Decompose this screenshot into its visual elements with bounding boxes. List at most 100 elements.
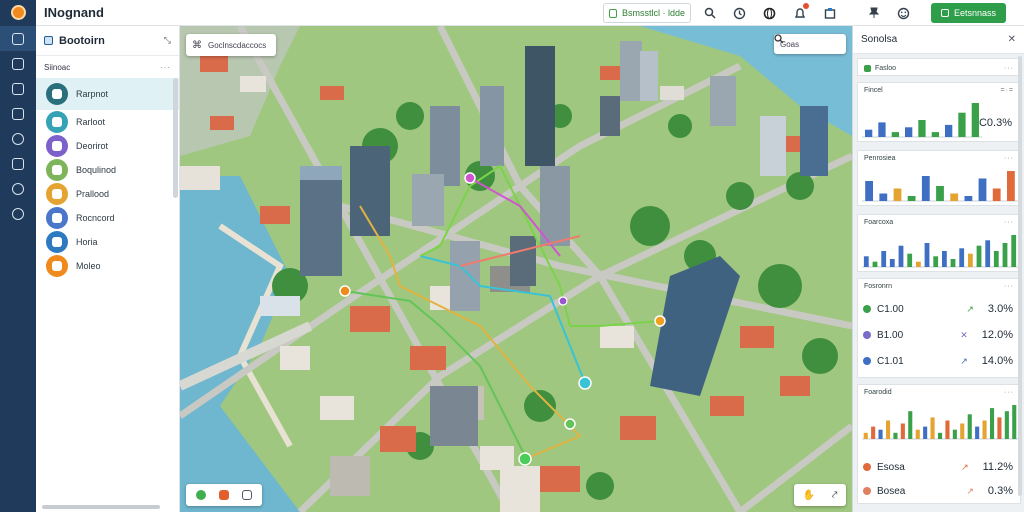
kpi-row[interactable]: Esosa ↗ 11.2% — [863, 458, 1013, 476]
share-icon[interactable] — [819, 3, 841, 23]
chart-card-3-more-icon[interactable]: ··· — [1004, 219, 1014, 226]
layer-item[interactable]: Boqulinod — [36, 158, 179, 182]
rail-edit[interactable] — [0, 26, 36, 51]
chart-bar — [863, 256, 869, 267]
chart-bar — [871, 426, 876, 439]
layer-item[interactable]: Prallood — [36, 182, 179, 206]
rail-tools[interactable] — [0, 151, 36, 176]
pan-icon[interactable]: ✋ — [802, 490, 814, 501]
chart-bar — [923, 426, 928, 439]
filter-icon — [864, 64, 871, 72]
chart-bar — [921, 176, 930, 201]
chart-card-1-value: C0.3% — [978, 117, 1012, 129]
map-search-box[interactable]: ⌘ Goclnscdaccocs — [186, 34, 276, 56]
chart-card-4-more-icon[interactable]: ··· — [1004, 389, 1014, 396]
layers-subtitle: Siinoac — [44, 62, 71, 72]
chart-bar — [945, 420, 950, 439]
search-icon[interactable] — [699, 3, 721, 23]
chart-1 — [862, 103, 982, 138]
app-root: INognand Bsmsstlcl · ldde Eetsnnass Boot… — [0, 0, 1024, 512]
layer-icon-glyph — [52, 189, 62, 199]
kpi-value: 3.0% — [987, 303, 1013, 315]
kpi-label: C1.00 — [877, 303, 904, 315]
layer-icon-glyph — [52, 117, 62, 127]
rail-files[interactable] — [0, 101, 36, 126]
rail-info[interactable] — [0, 201, 36, 226]
more-icon[interactable]: ··· — [160, 63, 171, 72]
measure-icon[interactable]: ⤤ — [832, 490, 838, 501]
close-icon[interactable]: ✕ — [1008, 34, 1016, 45]
kpi-row[interactable]: C1.01 ↗ 14.0% — [863, 352, 1013, 370]
trend-icon: ↗ — [961, 461, 969, 472]
chart-bar — [916, 261, 921, 267]
cta-label: Eetsnnass — [953, 8, 996, 18]
pin-icon[interactable] — [863, 3, 885, 23]
layer-item[interactable]: Rocncord — [36, 206, 179, 230]
layer-label: Rocncord — [76, 213, 115, 223]
filter-row[interactable]: Fasloo ··· — [857, 58, 1021, 76]
rail-document[interactable] — [0, 76, 36, 101]
filter-more-icon[interactable]: ··· — [1004, 65, 1014, 72]
chart-3 — [862, 235, 1018, 268]
layer-icon — [46, 135, 68, 157]
map-find-box[interactable]: Goas — [774, 34, 846, 54]
notification-icon[interactable] — [789, 3, 811, 23]
map-view[interactable]: ⌘ Goclnscdaccocs Goas ✋ ⤤ — [180, 26, 852, 512]
chart-bar — [968, 253, 973, 267]
app-logo[interactable] — [0, 0, 36, 26]
kpi-row[interactable]: B1.00 ✕ 12.0% — [863, 326, 1013, 344]
marker-orange-icon[interactable] — [218, 490, 229, 500]
vertical-scrollbar[interactable] — [173, 78, 178, 198]
chart-bar — [898, 245, 904, 267]
kpi-label: Bosea — [877, 485, 906, 497]
globe-icon[interactable] — [759, 3, 781, 23]
chart-bar — [924, 243, 930, 267]
comment-icon[interactable] — [241, 490, 252, 500]
layer-icon-glyph — [52, 89, 62, 99]
chart-bar — [865, 181, 873, 201]
layer-icon — [46, 207, 68, 229]
document-icon — [12, 82, 24, 95]
layer-item[interactable]: Rarloot — [36, 110, 179, 134]
marker-green-icon[interactable] — [196, 490, 207, 500]
layer-icon-glyph — [52, 261, 62, 271]
map-toolbar — [186, 484, 262, 506]
layer-icon — [46, 159, 68, 181]
horizontal-scrollbar[interactable] — [42, 505, 160, 509]
chart-bar — [878, 429, 883, 439]
primary-action-button[interactable]: Eetsnnass — [930, 3, 1006, 23]
layer-item[interactable]: Rarpnot — [36, 78, 179, 110]
chart-bar — [945, 124, 953, 137]
top-search-box[interactable]: Bsmsstlcl · ldde — [602, 3, 691, 23]
history-icon[interactable] — [729, 3, 751, 23]
chart-bar — [971, 103, 979, 137]
kpi-row[interactable]: Bosea ↗ 0.3% — [863, 482, 1013, 500]
layer-item[interactable]: Deorirot — [36, 134, 179, 158]
chart-2 — [862, 171, 1018, 202]
collapse-icon[interactable]: ⤡ — [164, 35, 171, 46]
chart-bar — [878, 122, 886, 137]
kpi-card-title: Fosronrn — [864, 282, 893, 290]
kpi-label: Esosa — [877, 461, 905, 473]
rail-layers[interactable] — [0, 51, 36, 76]
trend-icon: ↗ — [960, 355, 968, 366]
kpi-dot-icon — [863, 331, 871, 339]
chart-bar — [950, 193, 959, 201]
map-toolbar-secondary: ✋ ⤤ — [794, 484, 846, 506]
analytics-scrollbar[interactable] — [1018, 56, 1022, 496]
chart-bar — [942, 251, 947, 267]
layer-item[interactable]: Horia — [36, 230, 179, 254]
kpi-card-more-icon[interactable]: ··· — [1004, 283, 1014, 290]
kpi-row[interactable]: C1.00 ↗ 3.0% — [863, 300, 1013, 318]
tools-icon — [12, 157, 24, 170]
rail-explore[interactable] — [0, 176, 36, 201]
chart-bar — [967, 414, 972, 439]
kpi-dot-icon — [863, 357, 871, 365]
chart-bar — [900, 423, 905, 439]
chart-card-1-more-icon[interactable]: =·= — [1000, 87, 1014, 94]
layer-item[interactable]: Moleo — [36, 254, 179, 278]
chart-card-2-more-icon[interactable]: ··· — [1004, 155, 1014, 162]
smiley-icon[interactable] — [893, 3, 915, 23]
rail-analytics[interactable] — [0, 126, 36, 151]
chart-bar — [893, 188, 902, 201]
